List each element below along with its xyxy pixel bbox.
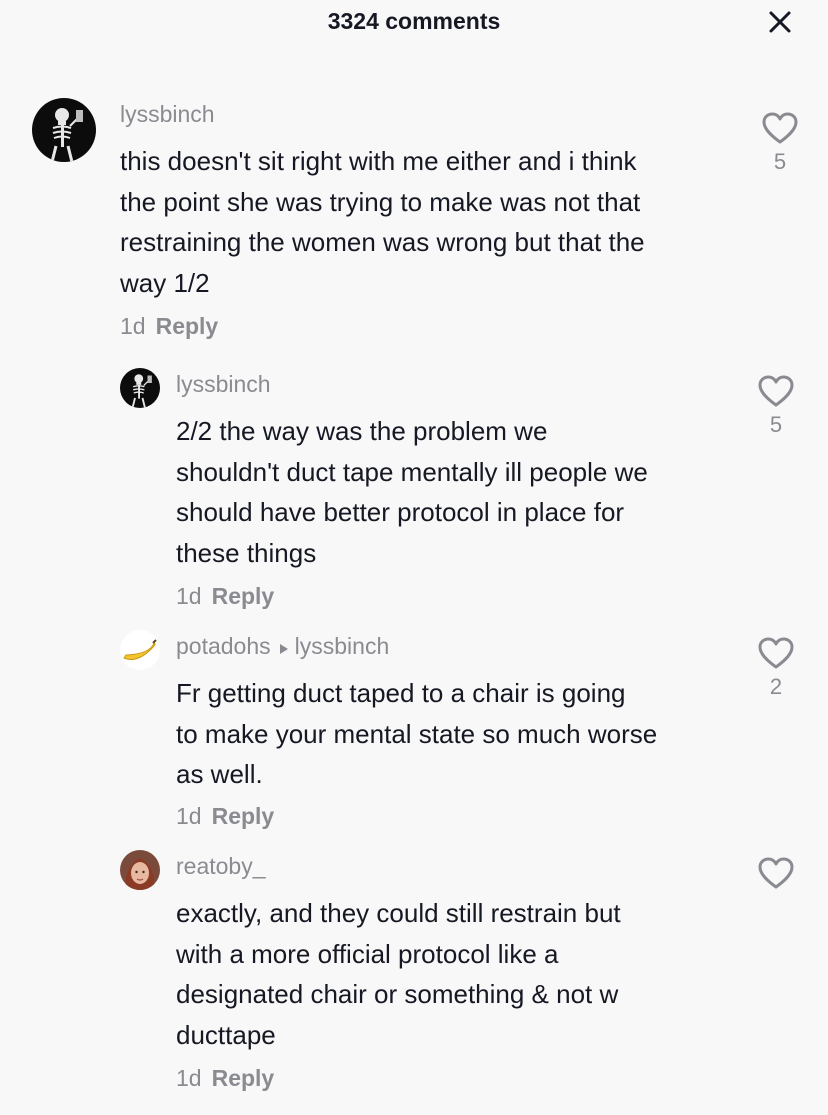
comment-time: 1d [176,803,202,829]
comment-text: Fr getting duct taped to a chair is goin… [176,673,746,795]
skeleton-avatar[interactable] [120,368,160,408]
comment-username-line: potadohs lyssbinch [176,633,389,661]
skeleton-avatar[interactable] [32,98,96,162]
comment-time: 1d [176,1065,202,1091]
comment-text-line: these things [176,537,317,568]
comment-text: this doesn't sit right with me either an… [120,141,740,303]
comment-meta: 1d Reply [120,313,218,340]
comment-text-line: 2/2 the way was the problem we [176,416,548,446]
comment-text-line: this doesn't sit right with me either an… [120,146,637,176]
like-count: 5 [773,149,787,174]
comment-text-line: ducttape [176,1019,276,1050]
comment-text-line: shouldn't duct tape mentally ill people … [176,456,648,487]
comment-text-line: to make your mental state so much worse [176,718,658,749]
like-count: 2 [769,674,783,699]
photo-avatar[interactable] [120,850,160,890]
comment-text: exactly, and they could still restrain b… [176,893,746,1055]
like-count: 5 [769,412,783,437]
heart-icon [758,637,794,669]
like-button[interactable]: 2 [756,636,796,700]
comment-text-line: as well. [176,759,263,790]
banana-avatar[interactable] [120,630,160,670]
comment-text-line: the point she was trying to make was not… [120,186,641,217]
reply-button[interactable]: Reply [212,583,275,609]
comment-text-line: way 1/2 [120,267,210,298]
close-button[interactable] [762,6,798,42]
reply-button[interactable]: Reply [212,803,275,829]
comment-text-line: exactly, and they could still restrain b… [176,898,621,928]
heart-icon [758,375,794,407]
comment-text-line: should have better protocol in place for [176,497,625,528]
reply-to-username[interactable]: lyssbinch [295,633,390,659]
like-button[interactable]: 5 [760,111,800,175]
reply-arrow-icon [279,634,289,661]
heart-icon [758,857,794,889]
comment-text: 2/2 the way was the problem we shouldn't… [176,411,746,573]
comment-username[interactable]: lyssbinch [176,371,271,398]
comment-text-line: designated chair or something & not w [176,979,619,1010]
like-button[interactable] [756,856,796,894]
comment-meta: 1d Reply [176,1065,274,1092]
like-button[interactable]: 5 [756,374,796,438]
comment-text-line: restraining the women was wrong but that… [120,227,645,258]
comment-username[interactable]: lyssbinch [120,101,215,128]
comment-text-line: Fr getting duct taped to a chair is goin… [176,678,626,708]
comment-username[interactable]: potadohs [176,633,271,659]
comment-text-line: with a more official protocol like a [176,938,559,969]
comments-header: 3324 comments [0,0,828,60]
comment-meta: 1d Reply [176,583,274,610]
close-icon [769,11,791,33]
reply-button[interactable]: Reply [156,313,219,339]
comments-count-title: 3324 comments [327,8,501,34]
comment-meta: 1d Reply [176,803,274,830]
comment-time: 1d [120,313,146,339]
comment-time: 1d [176,583,202,609]
reply-button[interactable]: Reply [212,1065,275,1091]
comment-username[interactable]: reatoby_ [176,853,266,880]
heart-icon [762,112,798,144]
